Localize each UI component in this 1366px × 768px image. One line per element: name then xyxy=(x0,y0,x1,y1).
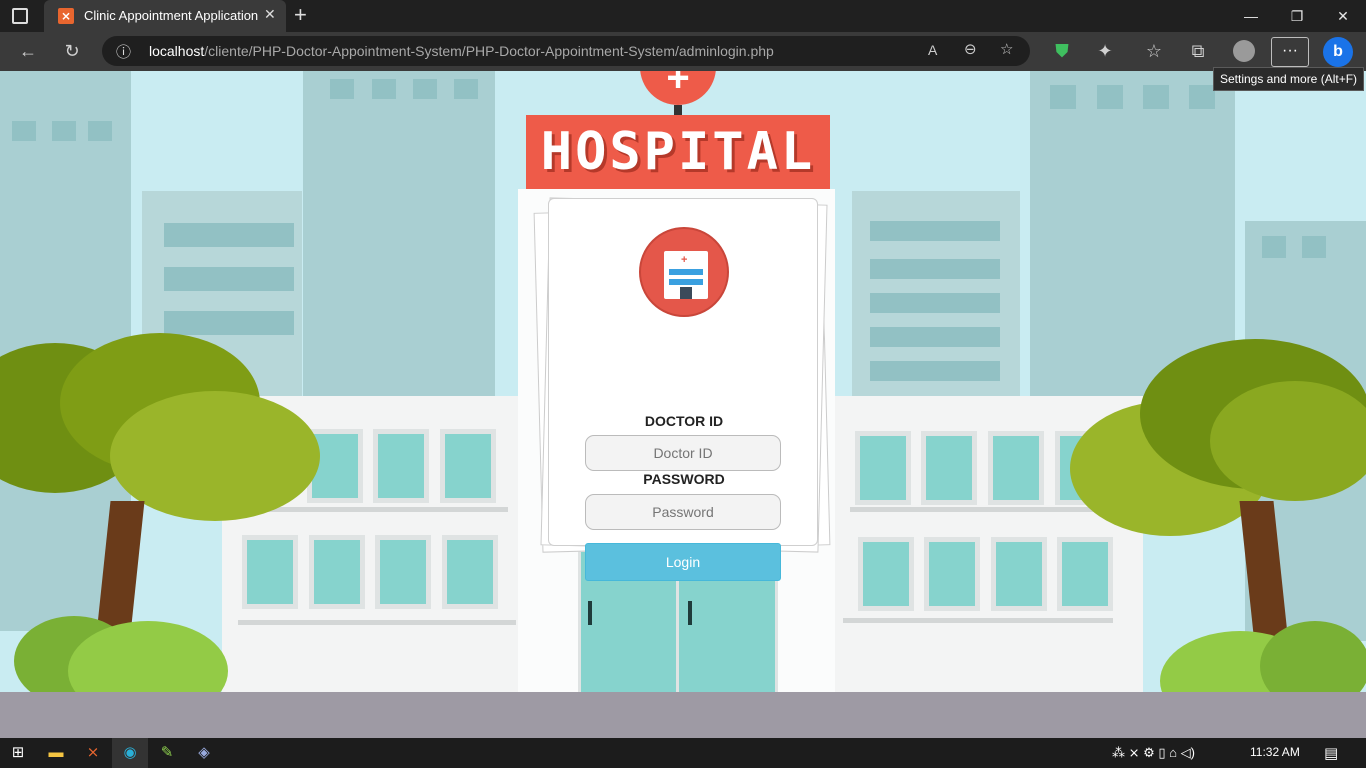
door-handle xyxy=(688,601,692,625)
bg-window xyxy=(164,311,294,335)
hospital-window xyxy=(858,537,914,611)
bg-window xyxy=(1302,236,1326,258)
login-button[interactable]: Login xyxy=(585,543,781,581)
red-cross-icon: + xyxy=(681,254,688,266)
hospital-window xyxy=(242,535,298,609)
system-tray-icons[interactable]: ⁂ ⨯ ⚙ ▯ ⌂ ◁) xyxy=(1112,745,1195,761)
ledge xyxy=(238,620,516,625)
url-text: localhost/cliente/PHP-Doctor-Appointment… xyxy=(149,43,774,59)
hospital-window xyxy=(988,431,1044,505)
bg-window xyxy=(1189,85,1215,109)
close-tab-icon[interactable]: ✕ xyxy=(264,6,276,23)
doctor-id-label: DOCTOR ID xyxy=(644,413,724,429)
browser-toolbar: ← ↻ ⓘ localhost/cliente/PHP-Doctor-Appoi… xyxy=(0,32,1366,71)
hospital-window xyxy=(373,429,429,503)
ledge xyxy=(850,507,1120,512)
collections-icon[interactable]: ⧉ xyxy=(1183,32,1213,71)
hospital-window xyxy=(991,537,1047,611)
edge-browser-icon[interactable]: ◉ xyxy=(112,738,148,768)
shield-extension-icon[interactable]: ⛊ xyxy=(1047,32,1077,71)
clock[interactable]: 11:32 AM xyxy=(1250,745,1300,759)
site-info-icon[interactable]: ⓘ xyxy=(116,41,131,62)
hospital-building-icon: + xyxy=(664,251,708,299)
password-input[interactable] xyxy=(585,494,781,530)
new-tab-icon[interactable]: + xyxy=(294,2,307,28)
file-explorer-icon[interactable]: ▬ xyxy=(38,738,74,768)
logo-door xyxy=(680,287,692,299)
hospital-window xyxy=(1057,537,1113,611)
logo-windows xyxy=(669,269,703,275)
profile-avatar[interactable] xyxy=(1233,40,1255,62)
bg-window xyxy=(164,223,294,247)
bg-window xyxy=(870,221,1000,241)
bg-window xyxy=(1050,85,1076,109)
bg-window xyxy=(12,121,36,141)
favorites-icon[interactable]: ☆ xyxy=(1139,32,1169,71)
door-handle xyxy=(588,601,592,625)
extensions-icon[interactable]: ✦ xyxy=(1090,32,1120,71)
bg-window xyxy=(330,79,354,99)
page-viewport: + HOSPITAL + DOCTOR ID PASSWORD Login xyxy=(0,71,1366,738)
minimize-icon[interactable]: — xyxy=(1228,0,1274,32)
tab-active[interactable]: ⨯ Clinic Appointment Application ✕ xyxy=(44,0,286,32)
bg-window xyxy=(870,327,1000,347)
bg-window xyxy=(372,79,396,99)
bg-building xyxy=(303,71,495,401)
ground xyxy=(0,692,1366,738)
refresh-icon[interactable]: ↻ xyxy=(57,32,87,71)
bg-window xyxy=(870,361,1000,381)
hospital-window xyxy=(442,535,498,609)
bg-window xyxy=(413,79,437,99)
close-window-icon[interactable]: ✕ xyxy=(1320,0,1366,32)
address-bar[interactable]: ⓘ localhost/cliente/PHP-Doctor-Appointme… xyxy=(102,36,1030,66)
bing-copilot-icon[interactable]: b xyxy=(1323,37,1353,67)
logo-windows xyxy=(669,279,703,285)
windows-start-icon[interactable]: ⊞ xyxy=(0,738,36,768)
login-form: + DOCTOR ID PASSWORD Login xyxy=(548,198,818,581)
tab-strip: ⨯ Clinic Appointment Application ✕ + — ❐… xyxy=(0,0,1366,32)
tree-canopy xyxy=(1210,381,1366,501)
settings-more-button[interactable]: ··· xyxy=(1271,37,1309,67)
hospital-sign: HOSPITAL xyxy=(526,115,830,189)
hospital-cross-icon: + xyxy=(640,71,716,105)
bg-window xyxy=(88,121,112,141)
settings-tooltip: Settings and more (Alt+F) xyxy=(1213,67,1364,91)
back-icon[interactable]: ← xyxy=(13,32,43,71)
hospital-window xyxy=(924,537,980,611)
bg-window xyxy=(454,79,478,99)
password-label: PASSWORD xyxy=(643,471,725,487)
ledge xyxy=(843,618,1113,623)
bg-window xyxy=(164,267,294,291)
hospital-logo-icon: + xyxy=(639,227,729,317)
notepad-icon[interactable]: ✎ xyxy=(149,738,185,768)
tab-title: Clinic Appointment Application xyxy=(84,8,259,23)
xampp-icon[interactable]: ⨯ xyxy=(75,738,111,768)
hospital-window xyxy=(855,431,911,505)
bg-window xyxy=(1097,85,1123,109)
notifications-icon[interactable]: ▤ xyxy=(1324,744,1338,762)
bg-window xyxy=(52,121,76,141)
bg-window xyxy=(1262,236,1286,258)
hospital-window xyxy=(921,431,977,505)
tab-actions-icon[interactable] xyxy=(12,8,28,24)
taskbar: ⊞ ▬ ⨯ ◉ ✎ ◈ ⁂ ⨯ ⚙ ▯ ⌂ ◁) 11:32 AM ▤ xyxy=(0,738,1366,768)
doctor-id-input[interactable] xyxy=(585,435,781,471)
restore-icon[interactable]: ❐ xyxy=(1274,0,1320,32)
bg-window xyxy=(870,293,1000,313)
bg-window xyxy=(1143,85,1169,109)
bg-window xyxy=(870,259,1000,279)
hospital-window xyxy=(440,429,496,503)
paint-icon[interactable]: ◈ xyxy=(186,738,222,768)
xampp-favicon-icon: ⨯ xyxy=(58,8,74,24)
hospital-window xyxy=(375,535,431,609)
zoom-icon[interactable]: ⊖ xyxy=(964,40,977,58)
hospital-window xyxy=(309,535,365,609)
read-aloud-icon[interactable]: A xyxy=(928,42,937,58)
add-favorite-icon[interactable]: ☆ xyxy=(1000,40,1013,58)
